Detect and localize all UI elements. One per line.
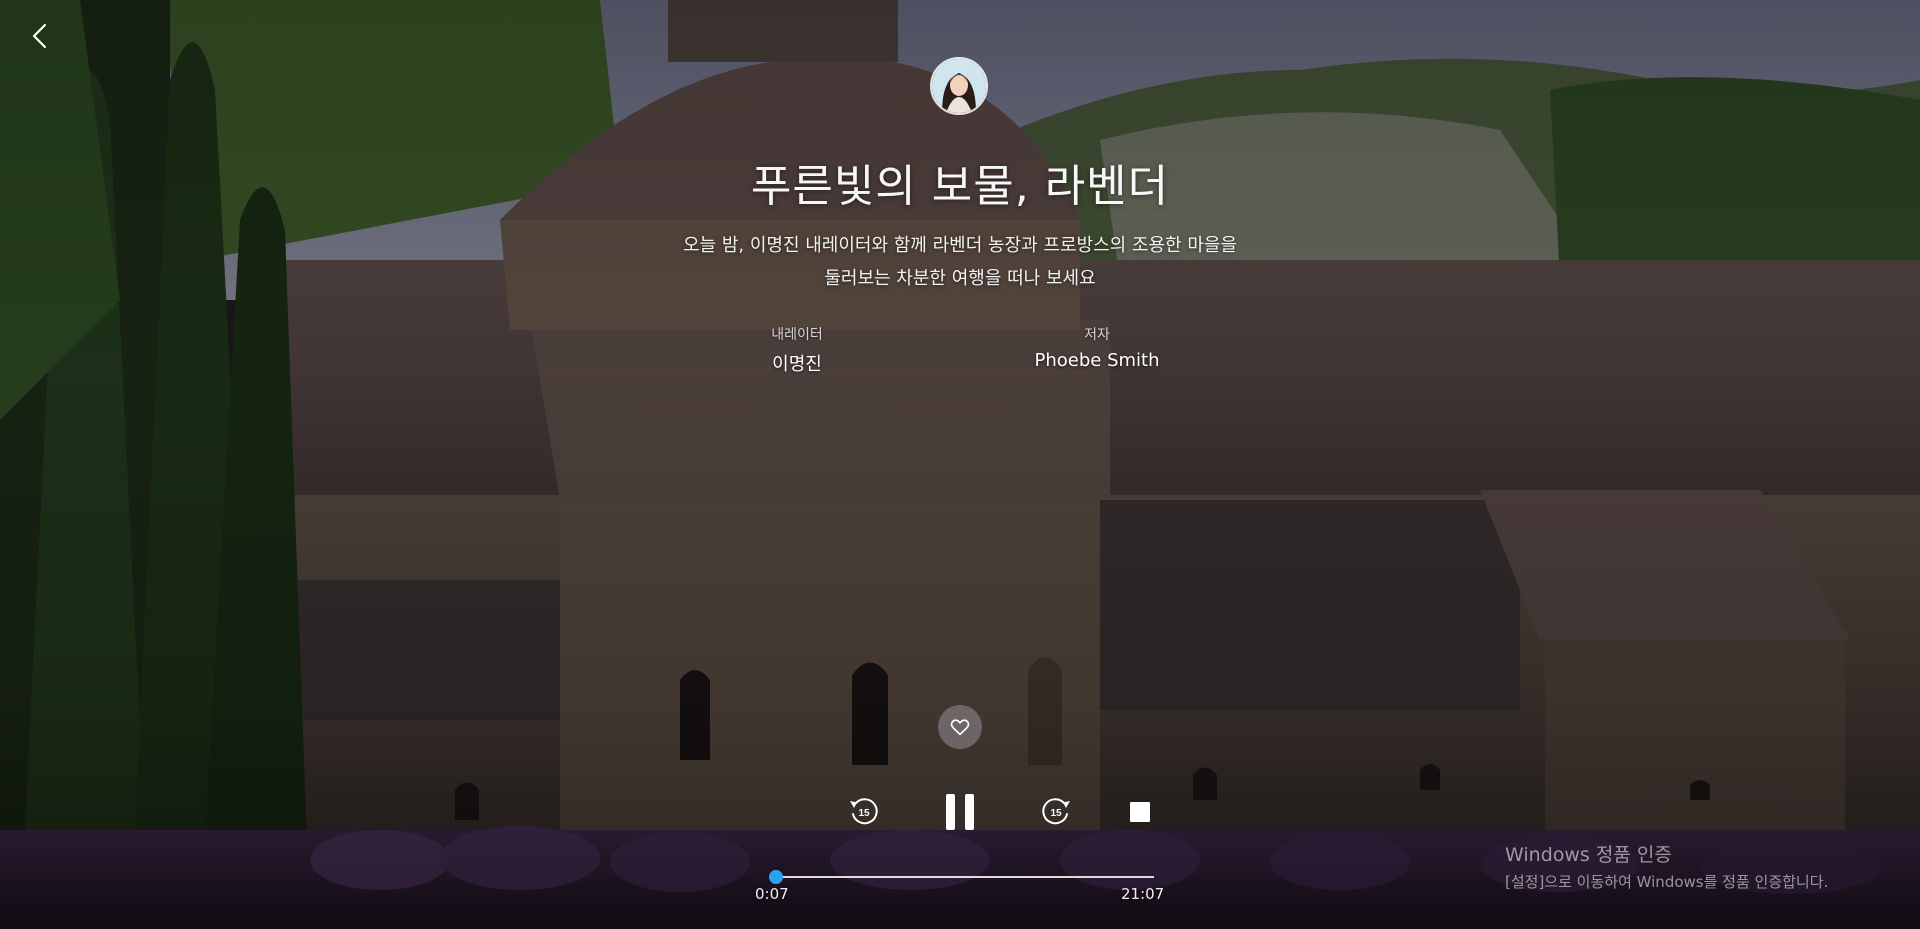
author-credit: 저자 Phoebe Smith xyxy=(1017,324,1177,371)
chevron-left-icon xyxy=(32,23,47,49)
progress-slider[interactable] xyxy=(769,870,1154,884)
stop-icon xyxy=(1130,802,1150,822)
player-screen: 푸른빛의 보물, 라벤더 오늘 밤, 이명진 내레이터와 함께 라벤더 농장과 … xyxy=(0,0,1920,929)
back-button[interactable] xyxy=(26,22,54,50)
progress-thumb[interactable] xyxy=(769,870,784,884)
rewind-15-button[interactable]: 15 xyxy=(846,794,882,830)
episode-description: 오늘 밤, 이명진 내레이터와 함께 라벤더 농장과 프로방스의 조용한 마을을… xyxy=(610,229,1310,295)
stop-button[interactable] xyxy=(1128,800,1152,824)
windows-activation-watermark: Windows 정품 인증 [설정]으로 이동하여 Windows를 정품 인증… xyxy=(1505,840,1828,892)
pause-button[interactable] xyxy=(940,790,980,834)
description-line: 둘러보는 차분한 여행을 떠나 보세요 xyxy=(824,268,1096,289)
description-line: 오늘 밤, 이명진 내레이터와 함께 라벤더 농장과 프로방스의 조용한 마을을 xyxy=(682,235,1237,256)
watermark-subtitle: [설정]으로 이동하여 Windows를 정품 인증합니다. xyxy=(1505,873,1829,891)
forward-15-icon: 15 xyxy=(1042,798,1070,825)
forward-15-button[interactable]: 15 xyxy=(1038,794,1074,830)
total-time: 21:07 xyxy=(1121,885,1165,903)
rewind-seconds-label: 15 xyxy=(858,808,870,819)
author-name: Phoebe Smith xyxy=(1034,350,1160,371)
rewind-15-icon: 15 xyxy=(850,798,878,825)
watermark-title: Windows 정품 인증 xyxy=(1505,844,1672,866)
progress-track xyxy=(774,876,1154,878)
narrator-credit: 내레이터 이명진 xyxy=(717,324,877,376)
narrator-label: 내레이터 xyxy=(771,327,823,343)
narrator-avatar xyxy=(930,57,988,115)
narrator-name: 이명진 xyxy=(772,354,822,375)
author-label: 저자 xyxy=(1084,327,1110,343)
elapsed-time: 0:07 xyxy=(755,885,789,903)
pause-icon xyxy=(946,794,974,830)
episode-title: 푸른빛의 보물, 라벤더 xyxy=(750,161,1170,212)
forward-seconds-label: 15 xyxy=(1050,808,1062,819)
favorite-button[interactable] xyxy=(938,705,982,749)
heart-outline-icon xyxy=(950,719,970,736)
